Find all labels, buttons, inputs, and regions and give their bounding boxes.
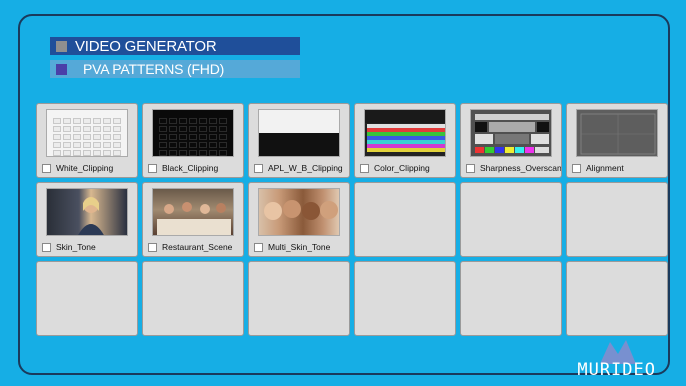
pattern-tile-black-clipping[interactable]: Black_Clipping: [142, 103, 244, 178]
tile-label: Sharpness_Overscan: [480, 163, 562, 173]
page-subtitle: PVA PATTERNS (FHD): [83, 61, 225, 77]
tile-label: Alignment: [586, 163, 624, 173]
checkbox[interactable]: [148, 164, 157, 173]
empty-tile[interactable]: [248, 261, 350, 336]
tile-label: White_Clipping: [56, 163, 114, 173]
empty-tile[interactable]: [354, 261, 456, 336]
checkbox[interactable]: [572, 164, 581, 173]
empty-tile[interactable]: [460, 261, 562, 336]
pattern-tile-restaurant-scene[interactable]: Restaurant_Scene: [142, 182, 244, 257]
empty-tile[interactable]: [460, 182, 562, 257]
title-bar: VIDEO GENERATOR: [50, 37, 300, 55]
empty-tile[interactable]: [142, 261, 244, 336]
sharpness-thumbnail: [470, 109, 552, 157]
checkbox[interactable]: [466, 164, 475, 173]
color-clipping-thumbnail: [364, 109, 446, 157]
tile-label: Restaurant_Scene: [162, 242, 233, 252]
subtitle-square-icon: [56, 63, 67, 75]
checkbox[interactable]: [360, 164, 369, 173]
tile-label: Black_Clipping: [162, 163, 219, 173]
multi-skin-thumbnail: [258, 188, 340, 236]
page-title: VIDEO GENERATOR: [75, 37, 217, 55]
apl-thumbnail: [258, 109, 340, 157]
pattern-tile-white-clipping[interactable]: White_Clipping: [36, 103, 138, 178]
pattern-tile-skin-tone[interactable]: Skin_Tone: [36, 182, 138, 257]
checkbox[interactable]: [254, 243, 263, 252]
checkbox[interactable]: [42, 243, 51, 252]
brand-logo: MURIDEO: [577, 360, 656, 380]
empty-tile[interactable]: [354, 182, 456, 257]
empty-tile[interactable]: [566, 261, 668, 336]
title-square-icon: [56, 40, 67, 52]
pattern-tile-alignment[interactable]: Alignment: [566, 103, 668, 178]
skin-tone-thumbnail: [46, 188, 128, 236]
checkbox[interactable]: [42, 164, 51, 173]
alignment-thumbnail: [576, 109, 658, 157]
empty-tile[interactable]: [36, 261, 138, 336]
pattern-tile-multi-skin-tone[interactable]: Multi_Skin_Tone: [248, 182, 350, 257]
tile-label: Color_Clipping: [374, 163, 430, 173]
pattern-tile-sharpness-overscan[interactable]: Sharpness_Overscan: [460, 103, 562, 178]
black-clipping-thumbnail: [152, 109, 234, 157]
pattern-grid: White_Clipping Black_Clipping APL_W_B_Cl…: [36, 103, 668, 336]
checkbox[interactable]: [148, 243, 157, 252]
tile-label: APL_W_B_Clipping: [268, 163, 343, 173]
restaurant-thumbnail: [152, 188, 234, 236]
subtitle-bar: PVA PATTERNS (FHD): [50, 60, 300, 78]
checkbox[interactable]: [254, 164, 263, 173]
pattern-tile-color-clipping[interactable]: Color_Clipping: [354, 103, 456, 178]
tile-label: Skin_Tone: [56, 242, 96, 252]
white-clipping-thumbnail: [46, 109, 128, 157]
empty-tile[interactable]: [566, 182, 668, 257]
tile-label: Multi_Skin_Tone: [268, 242, 331, 252]
pattern-tile-apl-w-b-clipping[interactable]: APL_W_B_Clipping: [248, 103, 350, 178]
